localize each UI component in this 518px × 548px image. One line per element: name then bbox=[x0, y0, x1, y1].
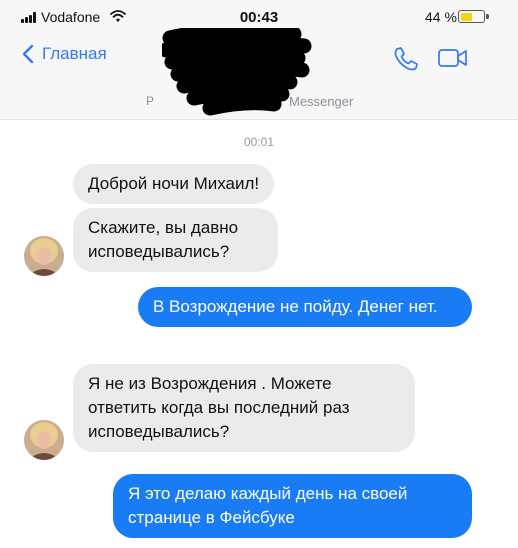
chevron-left-icon bbox=[22, 44, 34, 64]
back-button-label: Главная bbox=[42, 44, 107, 63]
avatar[interactable] bbox=[24, 236, 64, 276]
conversation-timestamp: 00:01 bbox=[243, 135, 275, 149]
avatar[interactable] bbox=[24, 420, 64, 460]
contact-photo bbox=[24, 420, 64, 460]
outgoing-message: В Возрождение не пойду. Денег нет. bbox=[138, 287, 472, 327]
battery-icon bbox=[458, 10, 489, 23]
redaction-scribble bbox=[162, 28, 312, 116]
contact-photo bbox=[24, 236, 64, 276]
incoming-message: Я не из Возрождения . Можете ответить ко… bbox=[73, 364, 415, 452]
back-button[interactable]: Главная bbox=[22, 44, 107, 64]
battery-level-fill bbox=[460, 12, 472, 21]
phone-icon[interactable] bbox=[391, 44, 421, 74]
outgoing-message: Я это делаю каждый день на своей страниц… bbox=[113, 474, 472, 538]
info-strip-fragment: Р bbox=[146, 94, 155, 108]
incoming-message: Доброй ночи Михаил! bbox=[73, 164, 275, 204]
battery-percent: 44 % bbox=[425, 9, 457, 25]
video-camera-icon[interactable] bbox=[437, 47, 469, 69]
incoming-message: Скажите, вы давно исповедывались? bbox=[73, 208, 278, 272]
